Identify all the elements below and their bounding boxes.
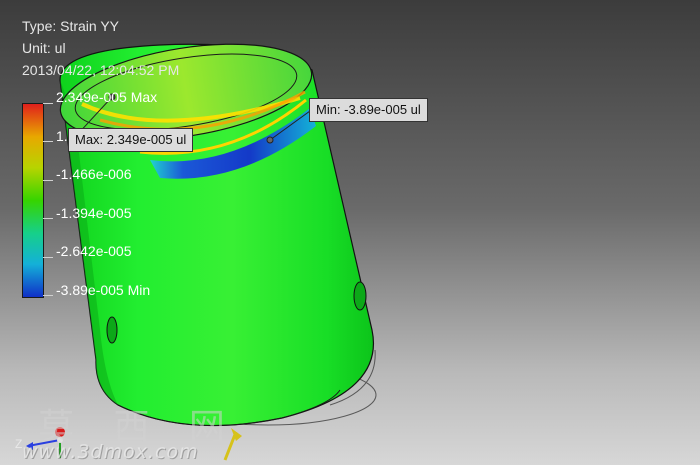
result-unit-label: Unit: ul: [22, 40, 66, 56]
legend-tick: [43, 103, 53, 104]
legend-tick: [43, 295, 53, 296]
legend-max-label: 2.349e-005 Max: [56, 89, 158, 105]
result-timestamp: 2013/04/22, 12:04:52 PM: [22, 62, 180, 78]
legend-tick: [43, 141, 53, 142]
color-legend-bar[interactable]: [22, 103, 44, 298]
legend-tick: [43, 257, 53, 258]
legend-tick: [43, 218, 53, 219]
legend-label: -1.466e-006: [56, 166, 132, 182]
watermark-url: www.3dmox.com: [22, 441, 199, 463]
side-hole: [353, 281, 367, 311]
legend-label: -1.394e-005: [56, 205, 132, 221]
max-probe-label[interactable]: Max: 2.349e-005 ul: [68, 128, 194, 152]
legend-label: -2.642e-005: [56, 243, 132, 259]
graphics-viewport[interactable]: Type: Strain YY Unit: ul 2013/04/22, 12:…: [0, 0, 700, 465]
result-type-label: Type: Strain YY: [22, 18, 120, 34]
legend-tick: [43, 180, 53, 181]
legend-min-label: -3.89e-005 Min: [56, 282, 151, 298]
min-probe-label[interactable]: Min: -3.89e-005 ul: [309, 98, 428, 122]
